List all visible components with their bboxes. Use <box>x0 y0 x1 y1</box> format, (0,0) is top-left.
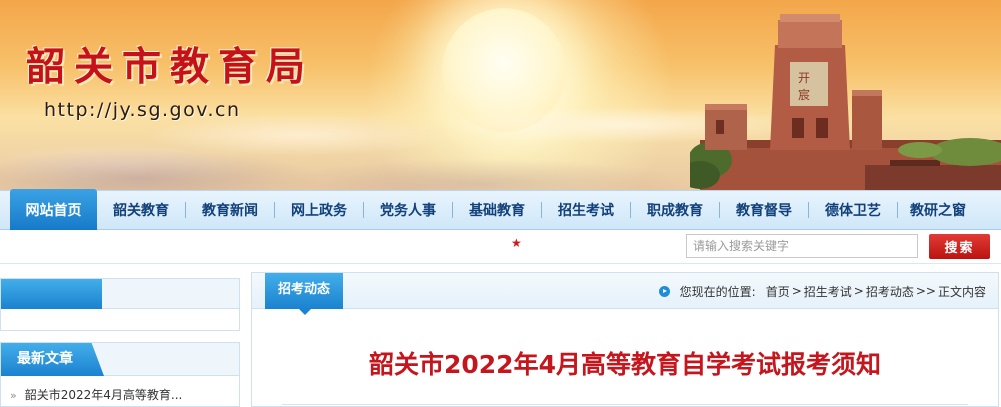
nav-item-party-personnel[interactable]: 党务人事 <box>364 191 452 229</box>
latest-article-label: 韶关市2022年4月高等教育... <box>24 388 183 402</box>
latest-article-link[interactable]: » 韶关市2022年4月高等教育... <box>10 386 182 403</box>
article-title: 韶关市2022年4月高等教育自学考试报考须知 <box>369 350 881 379</box>
nav-item-sports-health-arts[interactable]: 德体卫艺 <box>809 191 897 229</box>
breadcrumb-prefix: 您现在的位置: <box>679 284 756 299</box>
article-panel: 招考动态 您现在的位置: 首页 > 招生考试 > 招考动态 >> 正文内容 韶关… <box>251 272 999 407</box>
breadcrumb-current: 正文内容 <box>937 284 986 299</box>
tab-admissions-news[interactable]: 招考动态 <box>265 273 343 315</box>
main-nav: 网站首页 韶关教育 教育新闻 网上政务 党务人事 基础教育 招生考试 职成教育 … <box>0 189 1001 231</box>
svg-text:宸: 宸 <box>798 87 810 102</box>
breadcrumb-home[interactable]: 首页 <box>766 283 790 300</box>
nav-item-basic-education[interactable]: 基础教育 <box>453 191 541 229</box>
title-divider <box>282 404 968 405</box>
nav-item-home[interactable]: 网站首页 <box>10 189 97 231</box>
nav-item-admissions-exams[interactable]: 招生考试 <box>542 191 630 229</box>
svg-text:开: 开 <box>798 71 810 85</box>
breadcrumb-admissions-exams[interactable]: 招生考试 <box>804 283 852 300</box>
double-chevron-icon: » <box>10 389 17 402</box>
site-title: 韶关市教育局 <box>26 44 315 90</box>
sidebar-box-header <box>102 279 239 309</box>
breadcrumb-separator: > <box>791 284 802 298</box>
nav-item-online-affairs[interactable]: 网上政务 <box>275 191 363 229</box>
nav-item-education-supervision[interactable]: 教育督导 <box>720 191 808 229</box>
site-banner: 开 宸 韶关市教育局 http://jy.sg.gov.cn <box>0 0 1001 190</box>
nav-item-teaching-research[interactable]: 教研之窗 <box>898 191 978 229</box>
hills-decoration <box>0 118 760 190</box>
latest-articles-heading: 最新文章 <box>1 343 104 376</box>
nav-item-shaoguan-education[interactable]: 韶关教育 <box>97 191 185 229</box>
sidebar-box-tab <box>1 279 102 309</box>
breadcrumb: 您现在的位置: 首页 > 招生考试 > 招考动态 >> 正文内容 <box>658 273 986 309</box>
star-icon: ★ <box>511 236 522 250</box>
breadcrumb-admissions-news[interactable]: 招考动态 <box>866 283 914 300</box>
nav-item-education-news[interactable]: 教育新闻 <box>186 191 274 229</box>
monument-illustration: 开 宸 <box>690 14 1001 190</box>
search-input[interactable] <box>686 234 918 258</box>
site-url: http://jy.sg.gov.cn <box>44 99 241 121</box>
search-button[interactable]: 搜索 <box>929 234 990 259</box>
sidebar-box <box>0 278 240 331</box>
article-panel-header: 招考动态 您现在的位置: 首页 > 招生考试 > 招考动态 >> 正文内容 <box>252 273 998 315</box>
breadcrumb-separator: > <box>853 284 864 298</box>
nav-item-vocational-education[interactable]: 职成教育 <box>631 191 719 229</box>
location-arrow-icon <box>658 285 670 297</box>
breadcrumb-separator: >> <box>915 284 936 298</box>
